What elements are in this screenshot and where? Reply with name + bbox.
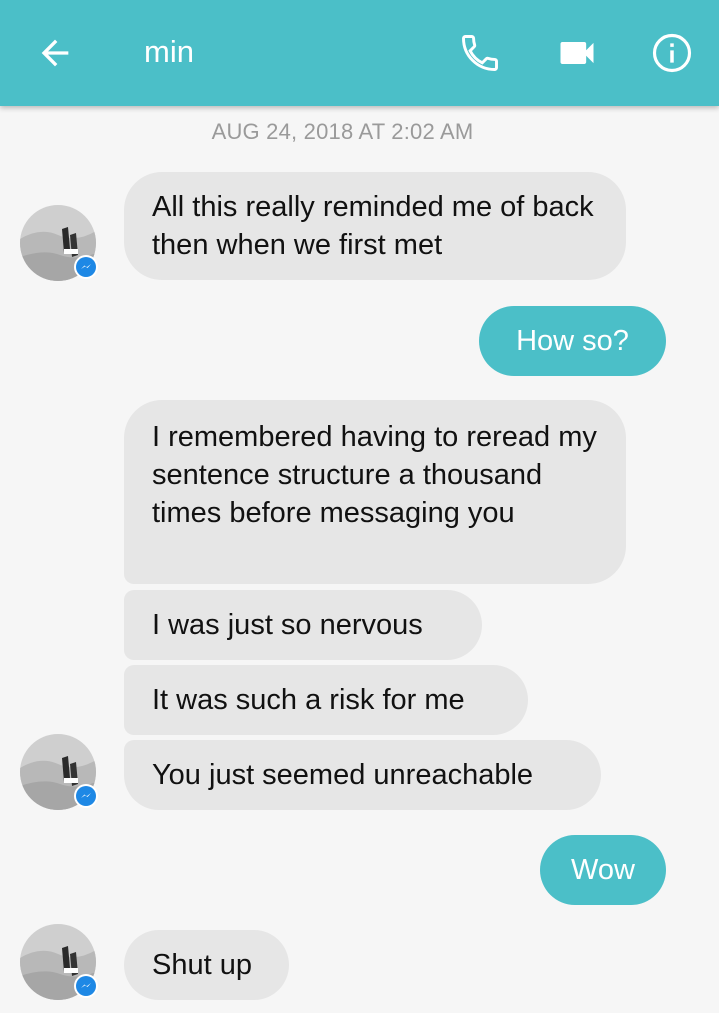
avatar[interactable]	[20, 205, 98, 281]
message-text: You just seemed unreachable	[152, 759, 534, 791]
message-text: Wow	[571, 854, 635, 886]
phone-icon[interactable]	[455, 28, 505, 78]
incoming-message[interactable]: You just seemed unreachable	[124, 740, 601, 810]
message-text: How so?	[516, 325, 629, 357]
avatar[interactable]	[20, 924, 98, 1000]
incoming-message[interactable]: It was such a risk for me	[124, 665, 528, 735]
conversation-timestamp: AUG 24, 2018 AT 2:02 AM	[211, 119, 474, 144]
avatar[interactable]	[20, 734, 98, 810]
incoming-message[interactable]: All this really reminded me of back then…	[124, 172, 626, 280]
app-bar: min	[0, 0, 719, 106]
outgoing-message[interactable]: Wow	[540, 835, 666, 905]
messenger-badge-icon	[74, 974, 98, 998]
info-icon[interactable]	[647, 28, 697, 78]
incoming-message[interactable]: I was just so nervous	[124, 590, 482, 660]
message-text: All this really reminded me of back then…	[152, 191, 594, 261]
outgoing-message[interactable]: How so?	[479, 306, 666, 376]
message-text: Shut up	[152, 949, 252, 981]
messenger-badge-icon	[74, 784, 98, 808]
incoming-message[interactable]: I remembered having to reread my sentenc…	[124, 400, 626, 584]
message-text: It was such a risk for me	[152, 684, 465, 716]
incoming-message[interactable]: Shut up	[124, 930, 289, 1000]
messenger-badge-icon	[74, 255, 98, 279]
message-text: I was just so nervous	[152, 609, 423, 641]
video-camera-icon[interactable]	[552, 28, 602, 78]
message-text: I remembered having to reread my sentenc…	[152, 421, 597, 529]
back-arrow-icon[interactable]	[30, 28, 80, 78]
contact-name[interactable]: min	[144, 32, 194, 72]
